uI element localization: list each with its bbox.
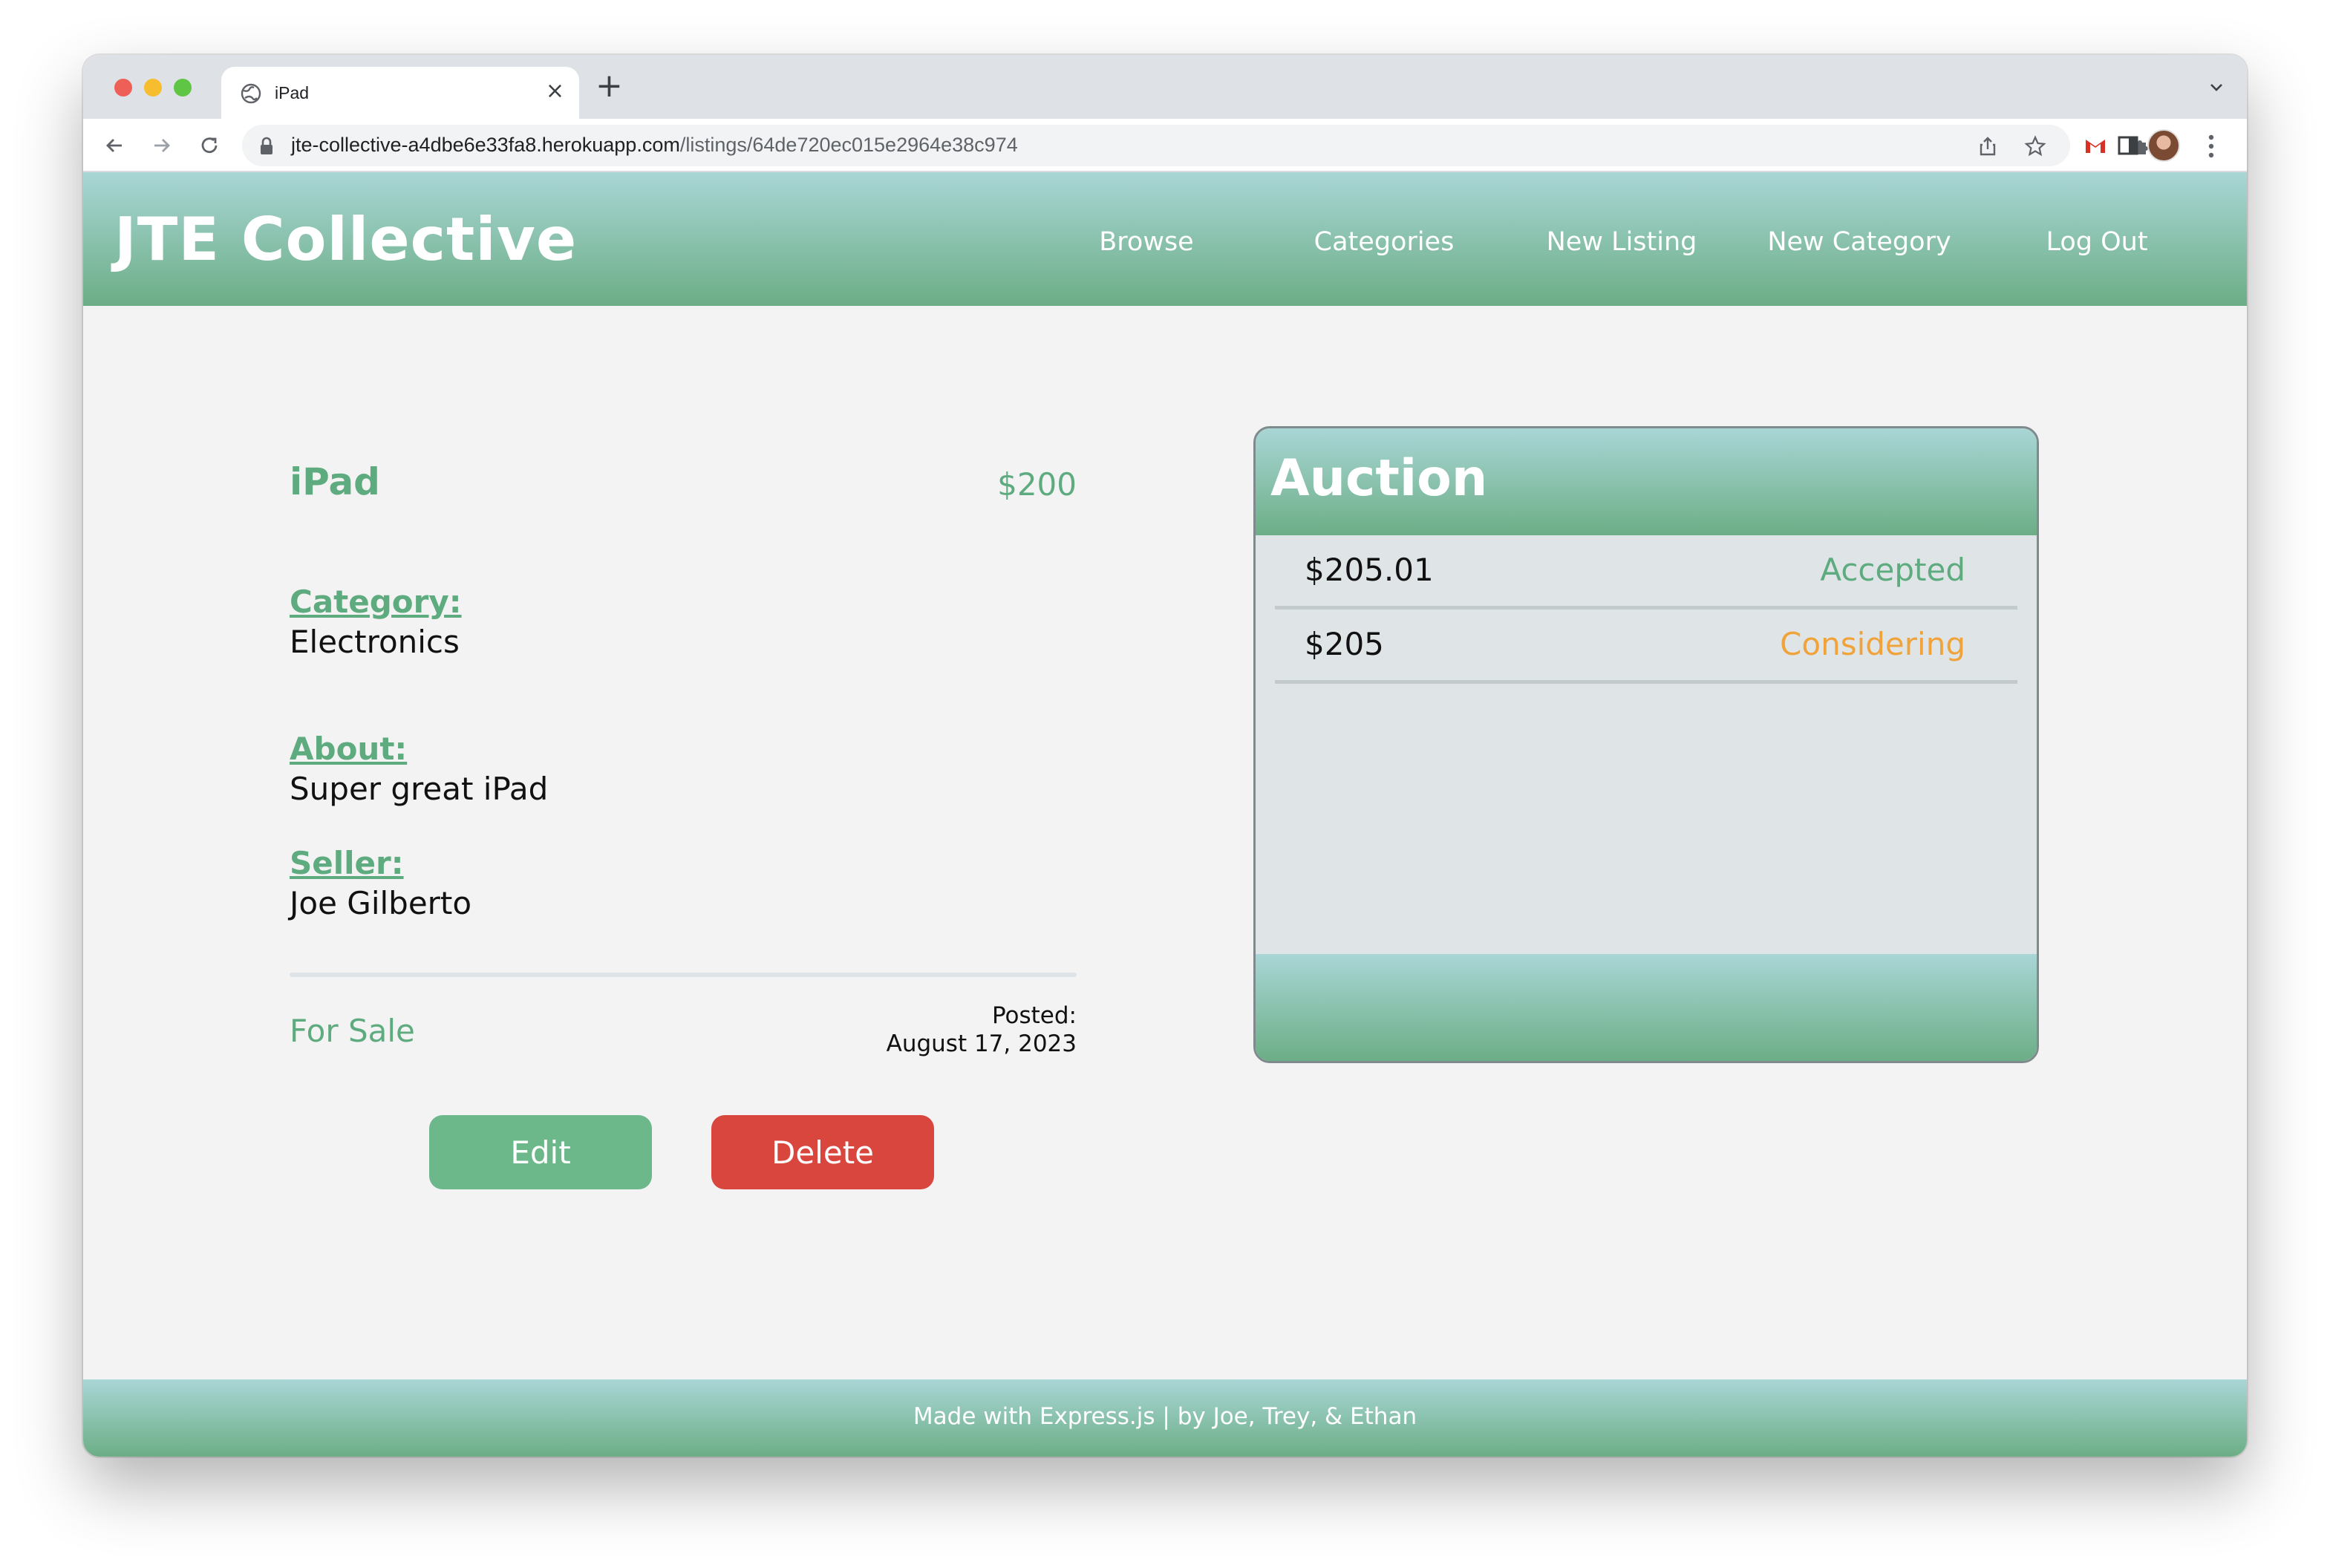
- globe-icon: [241, 83, 261, 104]
- url-text: jte-collective-a4dbe6e33fa8.herokuapp.co…: [291, 134, 1018, 157]
- seller-label[interactable]: Seller:: [290, 845, 404, 881]
- listing-price: $200: [997, 466, 1077, 503]
- maximize-window-button[interactable]: [174, 79, 192, 97]
- auction-title: Auction: [1270, 449, 1488, 508]
- minimize-window-button[interactable]: [144, 79, 162, 97]
- kebab-menu-icon[interactable]: [2207, 134, 2216, 159]
- divider: [290, 973, 1077, 977]
- auction-panel: Auction $205.01 Accepted $205 Considerin…: [1253, 426, 2039, 1063]
- nav-new-listing[interactable]: New Listing: [1547, 227, 1697, 257]
- site-header: JTE Collective Browse Categories New Lis…: [83, 172, 2247, 306]
- footer-text: Made with Express.js | by Joe, Trey, & E…: [913, 1403, 1417, 1430]
- posted-label: Posted:: [991, 1002, 1077, 1029]
- brand-logo[interactable]: JTE Collective: [114, 205, 577, 274]
- chevron-down-icon[interactable]: [2207, 77, 2226, 97]
- url-host: jte-collective-a4dbe6e33fa8.herokuapp.co…: [291, 134, 680, 156]
- tab-title: iPad: [275, 83, 310, 102]
- site-footer: Made with Express.js | by Joe, Trey, & E…: [83, 1379, 2247, 1457]
- listing-title: iPad: [290, 460, 380, 503]
- back-arrow-icon[interactable]: [102, 134, 126, 157]
- delete-button[interactable]: Delete: [711, 1115, 934, 1189]
- url-path: /listings/64de720ec015e2964e38c974: [679, 134, 1018, 156]
- bid-amount: $205: [1305, 626, 1384, 662]
- nav-new-category[interactable]: New Category: [1767, 227, 1951, 257]
- bid-row[interactable]: $205 Considering: [1275, 610, 2017, 684]
- about-label[interactable]: About:: [290, 731, 407, 767]
- close-icon[interactable]: ×: [546, 80, 564, 102]
- tab-bar: iPad × +: [83, 55, 2247, 119]
- plus-icon[interactable]: +: [595, 70, 623, 102]
- nav-categories[interactable]: Categories: [1314, 227, 1455, 257]
- category-label[interactable]: Category:: [290, 584, 462, 620]
- star-icon[interactable]: [2024, 135, 2046, 157]
- browser-tab[interactable]: iPad ×: [221, 67, 579, 119]
- nav-log-out[interactable]: Log Out: [2046, 227, 2147, 257]
- listing-status: For Sale: [290, 1013, 415, 1049]
- bid-amount: $205.01: [1305, 552, 1434, 588]
- browser-window: iPad × + jte-collective-a4dbe6e33fa8.her…: [83, 55, 2247, 1457]
- lock-icon: [261, 137, 273, 154]
- close-window-button[interactable]: [114, 79, 132, 97]
- bid-status-accepted: Accepted: [1820, 552, 1965, 588]
- share-icon[interactable]: [1977, 135, 1999, 157]
- edit-button[interactable]: Edit: [429, 1115, 652, 1189]
- gmail-icon[interactable]: [2083, 134, 2107, 157]
- forward-arrow-icon[interactable]: [150, 134, 174, 157]
- about-value: Super great iPad: [290, 771, 549, 807]
- auction-footer: [1256, 954, 2037, 1061]
- bid-row[interactable]: $205.01 Accepted: [1275, 535, 2017, 610]
- seller-value: Joe Gilberto: [290, 885, 472, 921]
- bid-status-considering: Considering: [1780, 626, 1965, 662]
- nav-browse[interactable]: Browse: [1099, 227, 1193, 257]
- address-bar[interactable]: jte-collective-a4dbe6e33fa8.herokuapp.co…: [242, 125, 2070, 166]
- browser-toolbar: jte-collective-a4dbe6e33fa8.herokuapp.co…: [83, 119, 2247, 172]
- posted-date: August 17, 2023: [886, 1030, 1077, 1057]
- reload-icon[interactable]: [198, 134, 221, 157]
- sidepanel-icon[interactable]: [2116, 134, 2140, 157]
- category-value: Electronics: [290, 624, 460, 660]
- avatar[interactable]: [2147, 129, 2180, 162]
- auction-header: Auction: [1256, 428, 2037, 535]
